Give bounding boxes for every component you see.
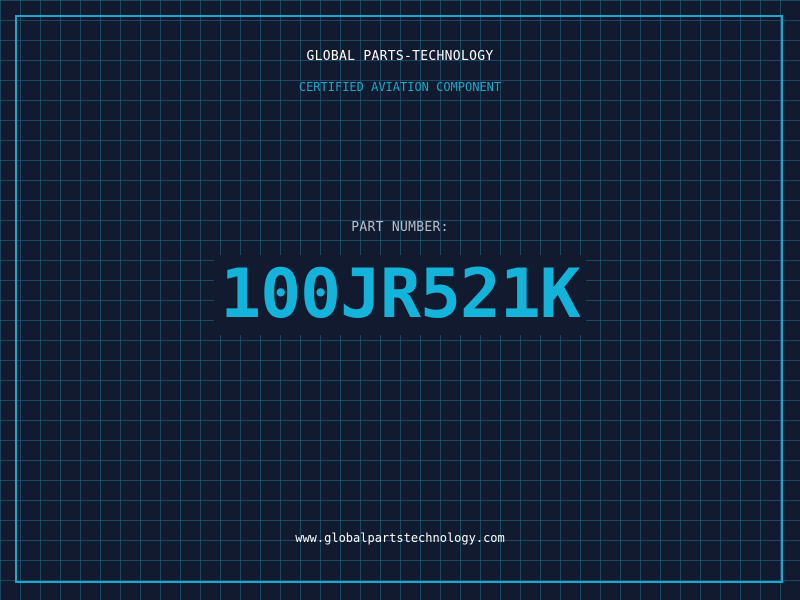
part-number-value: 100JR521K: [214, 255, 586, 335]
part-number-label: PART NUMBER:: [351, 220, 449, 235]
brand-name: GLOBAL PARTS-TECHNOLOGY: [306, 49, 494, 64]
brand-tagline: CERTIFIED AVIATION COMPONENT: [298, 80, 502, 94]
website-url: www.globalpartstechnology.com: [295, 531, 505, 545]
part-number-container: 100JR521K: [0, 255, 800, 335]
